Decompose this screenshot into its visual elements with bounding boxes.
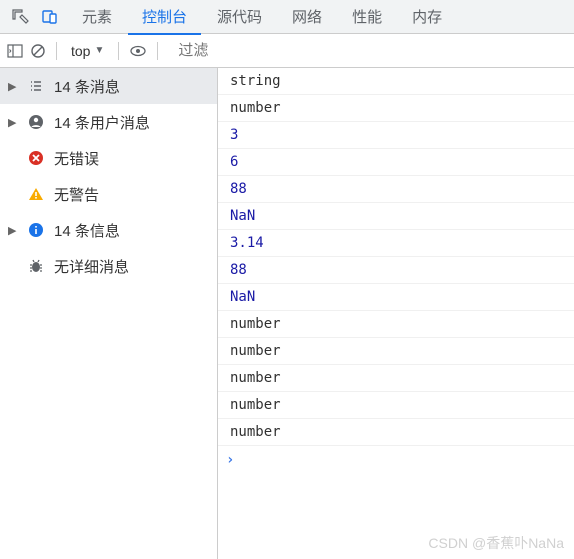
console-prompt[interactable]: › bbox=[218, 446, 574, 474]
tab-console[interactable]: 控制台 bbox=[128, 0, 201, 35]
main-area: ▶ 14 条消息 ▶ 14 条用户消息 无错误 无警告 ▶ 14 条信息 无详 bbox=[0, 68, 574, 559]
separator bbox=[56, 42, 57, 60]
sidebar-label: 14 条消息 bbox=[54, 76, 120, 97]
filter-input[interactable] bbox=[172, 38, 568, 63]
sidebar-item-verbose[interactable]: 无详细消息 bbox=[0, 248, 217, 284]
inspect-icon[interactable] bbox=[6, 3, 34, 31]
tab-performance[interactable]: 性能 bbox=[338, 0, 396, 35]
context-label: top bbox=[71, 43, 90, 59]
expand-arrow-icon: ▶ bbox=[8, 80, 18, 93]
tab-elements[interactable]: 元素 bbox=[68, 0, 126, 35]
sidebar-item-messages[interactable]: ▶ 14 条消息 bbox=[0, 68, 217, 104]
toggle-sidebar-icon[interactable] bbox=[6, 42, 24, 60]
console-log-entry: string bbox=[218, 68, 574, 95]
separator bbox=[157, 42, 158, 60]
tab-network[interactable]: 网络 bbox=[278, 0, 336, 35]
expand-arrow-icon: ▶ bbox=[8, 116, 18, 129]
expand-arrow-icon: ▶ bbox=[8, 224, 18, 237]
sidebar-item-user-messages[interactable]: ▶ 14 条用户消息 bbox=[0, 104, 217, 140]
bug-icon bbox=[26, 258, 46, 274]
warning-icon bbox=[26, 186, 46, 202]
console-log-entry: 88 bbox=[218, 176, 574, 203]
console-log-entry: 88 bbox=[218, 257, 574, 284]
tab-sources[interactable]: 源代码 bbox=[203, 0, 276, 35]
console-log-entry: number bbox=[218, 365, 574, 392]
console-log-entry: number bbox=[218, 338, 574, 365]
list-icon bbox=[26, 78, 46, 94]
clear-console-icon[interactable] bbox=[30, 43, 46, 59]
console-log-entry: NaN bbox=[218, 203, 574, 230]
watermark: CSDN @香蕉卟NaNa bbox=[428, 533, 564, 553]
console-toolbar: top ▼ bbox=[0, 34, 574, 68]
console-log-entry: number bbox=[218, 311, 574, 338]
error-icon bbox=[26, 150, 46, 166]
sidebar-label: 14 条信息 bbox=[54, 220, 120, 241]
sidebar-label: 无错误 bbox=[54, 148, 99, 169]
devtools-tabbar: 元素 控制台 源代码 网络 性能 内存 bbox=[0, 0, 574, 34]
sidebar-label: 无警告 bbox=[54, 184, 99, 205]
sidebar-label: 无详细消息 bbox=[54, 256, 129, 277]
console-log-entry: number bbox=[218, 392, 574, 419]
chevron-down-icon: ▼ bbox=[94, 45, 104, 56]
info-icon bbox=[26, 222, 46, 238]
sidebar-item-errors[interactable]: 无错误 bbox=[0, 140, 217, 176]
context-selector[interactable]: top ▼ bbox=[67, 41, 108, 61]
user-icon bbox=[26, 114, 46, 130]
console-log-entry: NaN bbox=[218, 284, 574, 311]
sidebar-item-info[interactable]: ▶ 14 条信息 bbox=[0, 212, 217, 248]
console-log-entry: 6 bbox=[218, 149, 574, 176]
live-expression-icon[interactable] bbox=[129, 42, 147, 60]
sidebar-label: 14 条用户消息 bbox=[54, 112, 150, 133]
sidebar-item-warnings[interactable]: 无警告 bbox=[0, 176, 217, 212]
console-log-entry: number bbox=[218, 419, 574, 446]
tab-memory[interactable]: 内存 bbox=[398, 0, 456, 35]
console-log-entry: 3.14 bbox=[218, 230, 574, 257]
console-log-entry: number bbox=[218, 95, 574, 122]
device-toggle-icon[interactable] bbox=[36, 3, 64, 31]
console-output: stringnumber3688NaN3.1488NaNnumbernumber… bbox=[218, 68, 574, 559]
sidebar: ▶ 14 条消息 ▶ 14 条用户消息 无错误 无警告 ▶ 14 条信息 无详 bbox=[0, 68, 218, 559]
separator bbox=[118, 42, 119, 60]
console-log-entry: 3 bbox=[218, 122, 574, 149]
